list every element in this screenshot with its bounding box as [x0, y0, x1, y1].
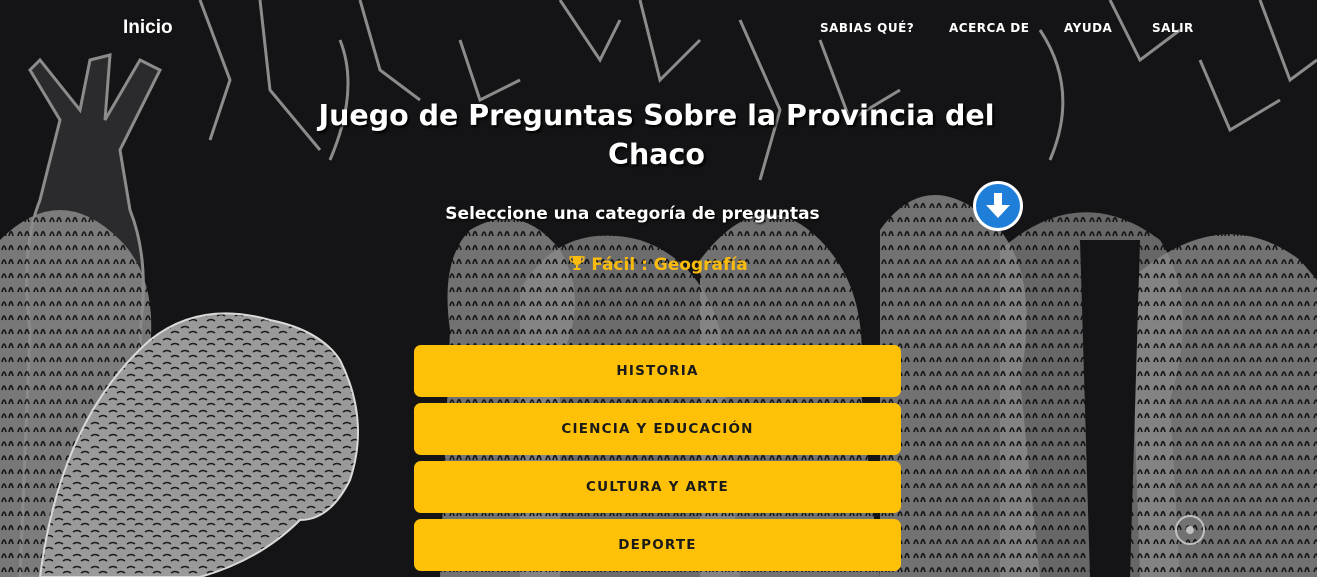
page-subtitle: Seleccione una categoría de preguntas — [445, 204, 820, 224]
page-title: Juego de Preguntas Sobre la Provincia de… — [318, 99, 995, 171]
arrow-down-circle-icon — [986, 193, 1010, 218]
category-button-ciencia-educacion[interactable]: CIENCIA Y EDUCACIÓN — [414, 403, 901, 455]
nav-menu: SABIAS QUÉ? ACERCA DE AYUDA SALIR — [0, 21, 1317, 37]
category-button-historia[interactable]: HISTORIA — [414, 345, 901, 397]
nav-link-acerca-de[interactable]: ACERCA DE — [949, 21, 1029, 35]
nav-link-ayuda[interactable]: AYUDA — [1064, 21, 1112, 35]
nav-link-sabias-que[interactable]: SABIAS QUÉ? — [820, 21, 914, 35]
category-button-deporte[interactable]: DEPORTE — [414, 519, 901, 571]
trophy-icon — [569, 256, 586, 270]
difficulty-category-label: Fácil : Geografía — [400, 255, 917, 275]
category-button-cultura-arte[interactable]: CULTURA Y ARTE — [414, 461, 901, 513]
difficulty-category-text: Fácil : Geografía — [591, 255, 748, 275]
nav-link-salir[interactable]: SALIR — [1152, 21, 1194, 35]
scroll-down-button[interactable] — [973, 181, 1023, 231]
